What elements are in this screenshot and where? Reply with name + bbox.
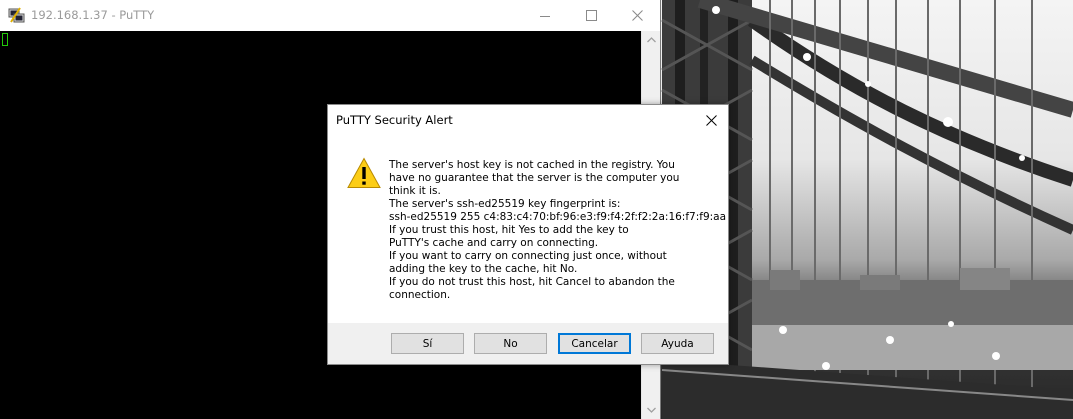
message-line: If you want to carry on connecting just … [389, 250, 667, 262]
dialog-message: The server's host key is not cached in t… [389, 159, 727, 302]
chevron-down-icon [646, 407, 656, 413]
minimize-button[interactable] [522, 0, 568, 31]
dialog-close-button[interactable] [694, 105, 728, 135]
dialog-button-bar: Sí No Cancelar Ayuda [328, 323, 728, 364]
close-button[interactable] [614, 0, 660, 31]
yes-button[interactable]: Sí [391, 333, 464, 354]
chevron-up-icon [646, 37, 656, 43]
terminal-cursor [2, 33, 8, 46]
key-fingerprint: ssh-ed25519 255 c4:83:c4:70:bf:96:e3:f9:… [389, 211, 727, 223]
close-icon [705, 114, 717, 126]
message-line: think it is. [389, 185, 441, 197]
message-line: If you trust this host, hit Yes to add t… [389, 224, 629, 236]
security-alert-dialog: PuTTY Security Alert The server's host k… [327, 104, 729, 365]
minimize-icon [540, 15, 550, 17]
window-title: 192.168.1.37 - PuTTY [31, 8, 155, 22]
scroll-down-button[interactable] [642, 401, 660, 419]
message-line: connection. [389, 289, 451, 301]
dialog-title: PuTTY Security Alert [336, 113, 453, 127]
maximize-icon [585, 10, 597, 21]
message-line: The server's host key is not cached in t… [389, 159, 675, 171]
message-line: have no guarantee that the server is the… [389, 172, 680, 184]
window-titlebar[interactable]: 192.168.1.37 - PuTTY [0, 0, 660, 31]
message-line: If you do not trust this host, hit Cance… [389, 276, 675, 288]
message-line: adding the key to the cache, hit No. [389, 263, 578, 275]
scroll-up-button[interactable] [642, 31, 660, 49]
desktop: 192.168.1.37 - PuTTY PuTTY Security Aler… [0, 0, 1073, 419]
no-button[interactable]: No [474, 333, 547, 354]
cancel-button[interactable]: Cancelar [558, 333, 631, 354]
dialog-titlebar[interactable]: PuTTY Security Alert [328, 105, 728, 135]
help-button[interactable]: Ayuda [641, 333, 714, 354]
close-icon [631, 10, 643, 21]
message-line: The server's ssh-ed25519 key fingerprint… [389, 198, 621, 210]
maximize-button[interactable] [568, 0, 614, 31]
putty-icon[interactable] [8, 6, 26, 24]
message-line: PuTTY's cache and carry on connecting. [389, 237, 599, 249]
warning-icon [347, 157, 381, 188]
